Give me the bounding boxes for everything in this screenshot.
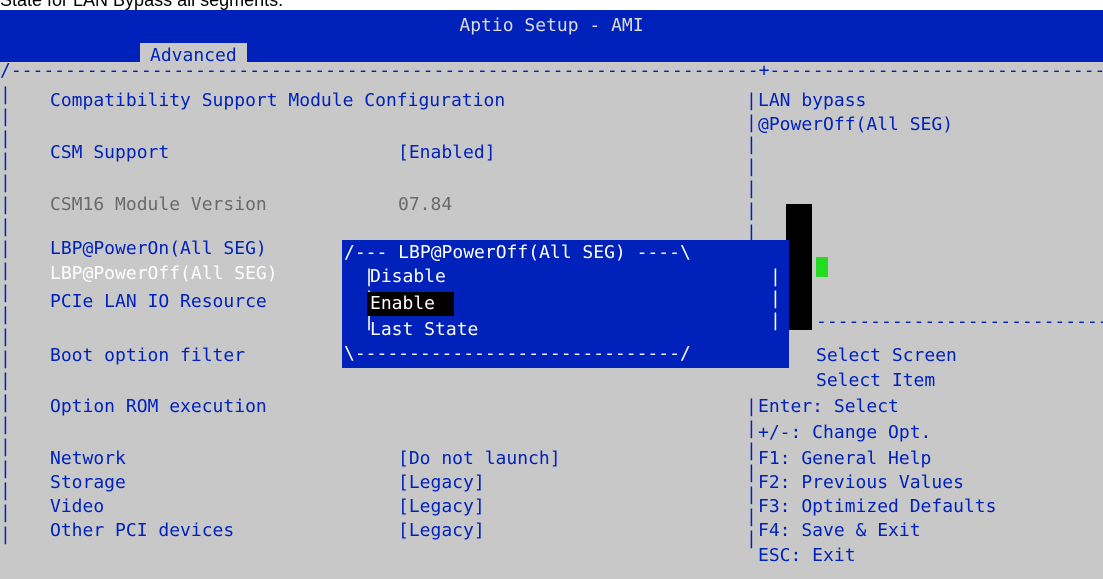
section-title: Compatibility Support Module Configurati… — [50, 90, 506, 111]
other-pci-value[interactable]: [Legacy] — [398, 520, 485, 542]
popup-option-enable[interactable]: Enable — [370, 293, 435, 315]
pcie-lan-label[interactable]: PCIe LAN IO Resource — [50, 291, 267, 313]
option-popup: /--- LBP@PowerOff(All SEG) ----\ | | | |… — [342, 240, 789, 368]
popup-option-disable[interactable]: Disable — [370, 266, 446, 288]
popup-option-last-state[interactable]: Last State — [370, 319, 478, 341]
csm-support-label[interactable]: CSM Support — [50, 142, 169, 164]
page-caption: State for LAN Bypass all segments. — [0, 0, 284, 10]
top-border: /---------------------------------------… — [0, 62, 1103, 80]
storage-label[interactable]: Storage — [50, 472, 126, 494]
lbp-poweroff-label[interactable]: LBP@PowerOff(All SEG) — [50, 263, 278, 285]
key-help-7: F3: Optimized Defaults — [758, 496, 997, 517]
help-divider: | | | | | | | — [746, 90, 757, 243]
key-help-8: F4: Save & Exit — [758, 520, 921, 541]
app-title: Aptio Setup - AMI — [459, 15, 644, 36]
storage-value[interactable]: [Legacy] — [398, 472, 485, 494]
left-border: | | | | | | | | | | | | | | | | | | | | … — [0, 84, 11, 545]
boot-filter-label[interactable]: Boot option filter — [50, 345, 245, 367]
help-line-1: LAN bypass — [758, 90, 867, 111]
video-label[interactable]: Video — [50, 496, 104, 518]
network-value[interactable]: [Do not launch] — [398, 448, 561, 470]
key-help-5: F1: General Help — [758, 448, 932, 469]
option-rom-label: Option ROM execution — [50, 396, 267, 417]
csm16-version-value: 07.84 — [398, 194, 453, 215]
key-help-3: Enter: Select — [758, 396, 899, 417]
lbp-poweron-label[interactable]: LBP@PowerOn(All SEG) — [50, 238, 267, 260]
title-bar: Aptio Setup - AMI Advanced — [0, 10, 1103, 68]
other-pci-label[interactable]: Other PCI devices — [50, 520, 234, 542]
key-help-4: +/-: Change Opt. — [758, 422, 932, 443]
key-help-1: Select Screen — [816, 345, 957, 366]
video-value[interactable]: [Legacy] — [398, 496, 485, 518]
text-cursor — [816, 257, 828, 277]
popup-right-border: | | | — [770, 266, 781, 331]
key-help-2: Select Item — [816, 370, 936, 391]
csm16-version-label: CSM16 Module Version — [50, 194, 267, 215]
network-label[interactable]: Network — [50, 448, 126, 470]
key-help-9: ESC: Exit — [758, 545, 856, 566]
popup-bottom: \------------------------------/ — [344, 343, 691, 364]
csm-support-value[interactable]: [Enabled] — [398, 142, 496, 164]
help-divider-line: ---------------------------- — [816, 311, 1103, 332]
popup-title: /--- LBP@PowerOff(All SEG) ----\ — [344, 242, 691, 263]
key-help-border: | | | | | | | — [746, 396, 757, 549]
key-help-6: F2: Previous Values — [758, 472, 964, 493]
help-line-2: @PowerOff(All SEG) — [758, 114, 954, 135]
